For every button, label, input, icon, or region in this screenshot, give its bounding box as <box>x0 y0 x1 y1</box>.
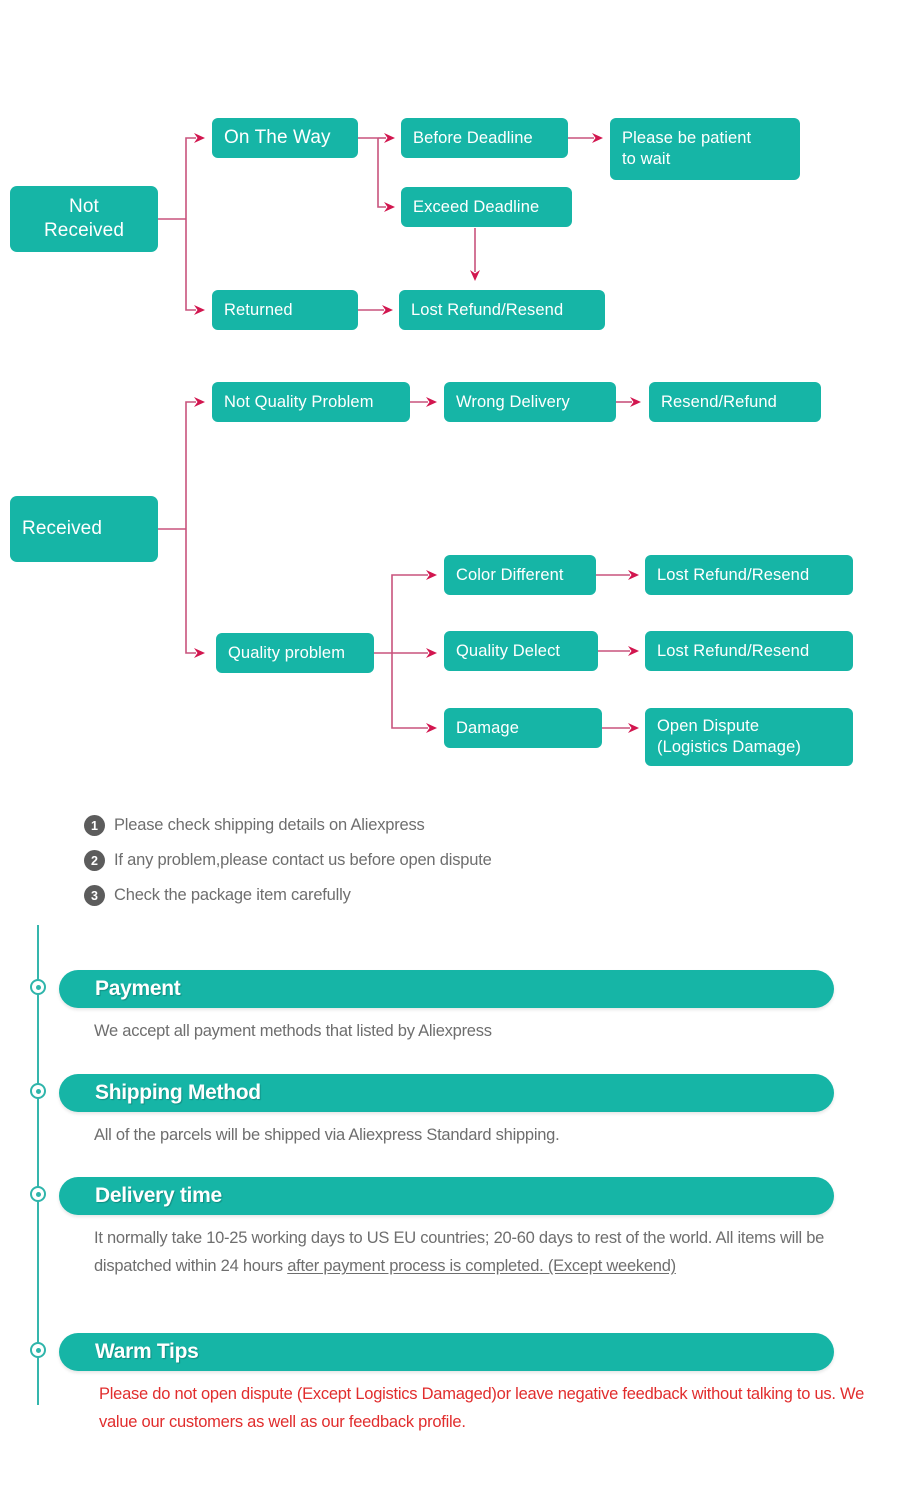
section-shipping-method: Shipping Method All of the parcels will … <box>0 1074 900 1149</box>
section-body-text: We accept all payment methods that liste… <box>94 1022 492 1040</box>
node-received[interactable]: Received <box>10 496 158 562</box>
section-title: Payment <box>95 977 181 1000</box>
list-item: 3 Check the package item carefully <box>84 878 784 913</box>
node-exceed-deadline[interactable]: Exceed Deadline <box>401 187 572 227</box>
section-body-delivery-time: It normally take 10-25 working days to U… <box>94 1224 884 1281</box>
numbered-notes-list: 1 Please check shipping details on Aliex… <box>84 808 784 913</box>
note-label: If any problem,please contact us before … <box>114 851 492 869</box>
node-lost-refund-resend-3[interactable]: Lost Refund/Resend <box>645 631 853 671</box>
section-title: Warm Tips <box>95 1340 199 1363</box>
node-resend-refund[interactable]: Resend/Refund <box>649 382 821 422</box>
note-label: Please check shipping details on Aliexpr… <box>114 816 425 834</box>
section-warm-tips: Warm Tips Please do not open dispute (Ex… <box>0 1333 900 1437</box>
node-quality-delect[interactable]: Quality Delect <box>444 631 598 671</box>
section-delivery-time: Delivery time It normally take 10-25 wor… <box>0 1177 900 1281</box>
section-header-warm-tips[interactable]: Warm Tips <box>59 1333 834 1371</box>
node-before-deadline[interactable]: Before Deadline <box>401 118 568 158</box>
policy-timeline: Payment We accept all payment methods th… <box>0 925 900 1465</box>
node-on-the-way[interactable]: On The Way <box>212 118 358 158</box>
section-payment: Payment We accept all payment methods th… <box>0 970 900 1045</box>
node-not-quality-problem[interactable]: Not Quality Problem <box>212 382 410 422</box>
node-wrong-delivery[interactable]: Wrong Delivery <box>444 382 616 422</box>
section-title: Shipping Method <box>95 1081 261 1104</box>
section-body-warm-tips: Please do not open dispute (Except Logis… <box>99 1380 889 1437</box>
page-root: Not Received On The Way Before Deadline … <box>0 0 900 1500</box>
list-item: 1 Please check shipping details on Aliex… <box>84 808 784 843</box>
node-please-be-patient-to-wait[interactable]: Please be patient to wait <box>610 118 800 180</box>
node-not-received[interactable]: Not Received <box>10 186 158 252</box>
note-number-badge: 2 <box>84 850 105 871</box>
node-returned[interactable]: Returned <box>212 290 358 330</box>
section-body-shipping-method: All of the parcels will be shipped via A… <box>94 1121 884 1149</box>
section-body-text: Please do not open dispute (Except Logis… <box>99 1385 865 1432</box>
section-title: Delivery time <box>95 1184 222 1207</box>
list-item: 2 If any problem,please contact us befor… <box>84 843 784 878</box>
returns-policy-flowchart: Not Received On The Way Before Deadline … <box>0 0 900 800</box>
node-color-different[interactable]: Color Different <box>444 555 596 595</box>
node-lost-refund-resend-2[interactable]: Lost Refund/Resend <box>645 555 853 595</box>
section-body-text: All of the parcels will be shipped via A… <box>94 1126 560 1144</box>
node-quality-problem[interactable]: Quality problem <box>216 633 374 673</box>
section-header-delivery-time[interactable]: Delivery time <box>59 1177 834 1215</box>
section-header-payment[interactable]: Payment <box>59 970 834 1008</box>
node-open-dispute-logistics-damage[interactable]: Open Dispute (Logistics Damage) <box>645 708 853 766</box>
note-label: Check the package item carefully <box>114 886 351 904</box>
note-number-badge: 1 <box>84 815 105 836</box>
section-body-payment: We accept all payment methods that liste… <box>94 1017 884 1045</box>
note-number-badge: 3 <box>84 885 105 906</box>
section-body-text-underlined: after payment process is completed. (Exc… <box>287 1257 676 1276</box>
section-header-shipping-method[interactable]: Shipping Method <box>59 1074 834 1112</box>
node-lost-refund-resend-1[interactable]: Lost Refund/Resend <box>399 290 605 330</box>
node-damage[interactable]: Damage <box>444 708 602 748</box>
